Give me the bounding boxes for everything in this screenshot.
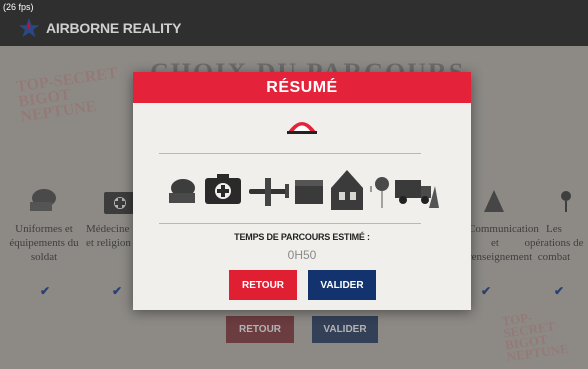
- estimated-time-label: TEMPS DE PARCOURS ESTIMÉ :: [234, 232, 370, 242]
- helmet-icon: [169, 179, 195, 203]
- truck-icon: [395, 180, 431, 204]
- emblem-icon: [287, 122, 317, 134]
- course-icons-strip: [169, 170, 439, 210]
- medical-case-icon: [205, 174, 241, 204]
- fps-counter: (26 fps): [3, 2, 34, 12]
- app-logo: AIRBORNE REALITY: [18, 17, 181, 39]
- modal-title: RÉSUMÉ: [133, 72, 471, 103]
- star-icon: [18, 17, 40, 38]
- valider-button[interactable]: VALIDER: [308, 270, 376, 300]
- modal-divider: [159, 223, 421, 224]
- estimated-time-value: 0H50: [287, 248, 317, 262]
- retour-button[interactable]: RETOUR: [229, 270, 297, 300]
- top-bar: AIRBORNE REALITY: [0, 0, 588, 46]
- parachute-icon: [370, 177, 389, 208]
- summary-modal: RÉSUMÉ TEMPS DE PARCOURS ESTIMÉ: 0H50 R…: [133, 72, 471, 310]
- house-icon: [331, 170, 363, 210]
- chest-icon: [295, 180, 323, 204]
- modal-divider: [159, 153, 421, 154]
- airplane-icon: [249, 178, 289, 206]
- app-title: AIRBORNE REALITY: [46, 20, 182, 36]
